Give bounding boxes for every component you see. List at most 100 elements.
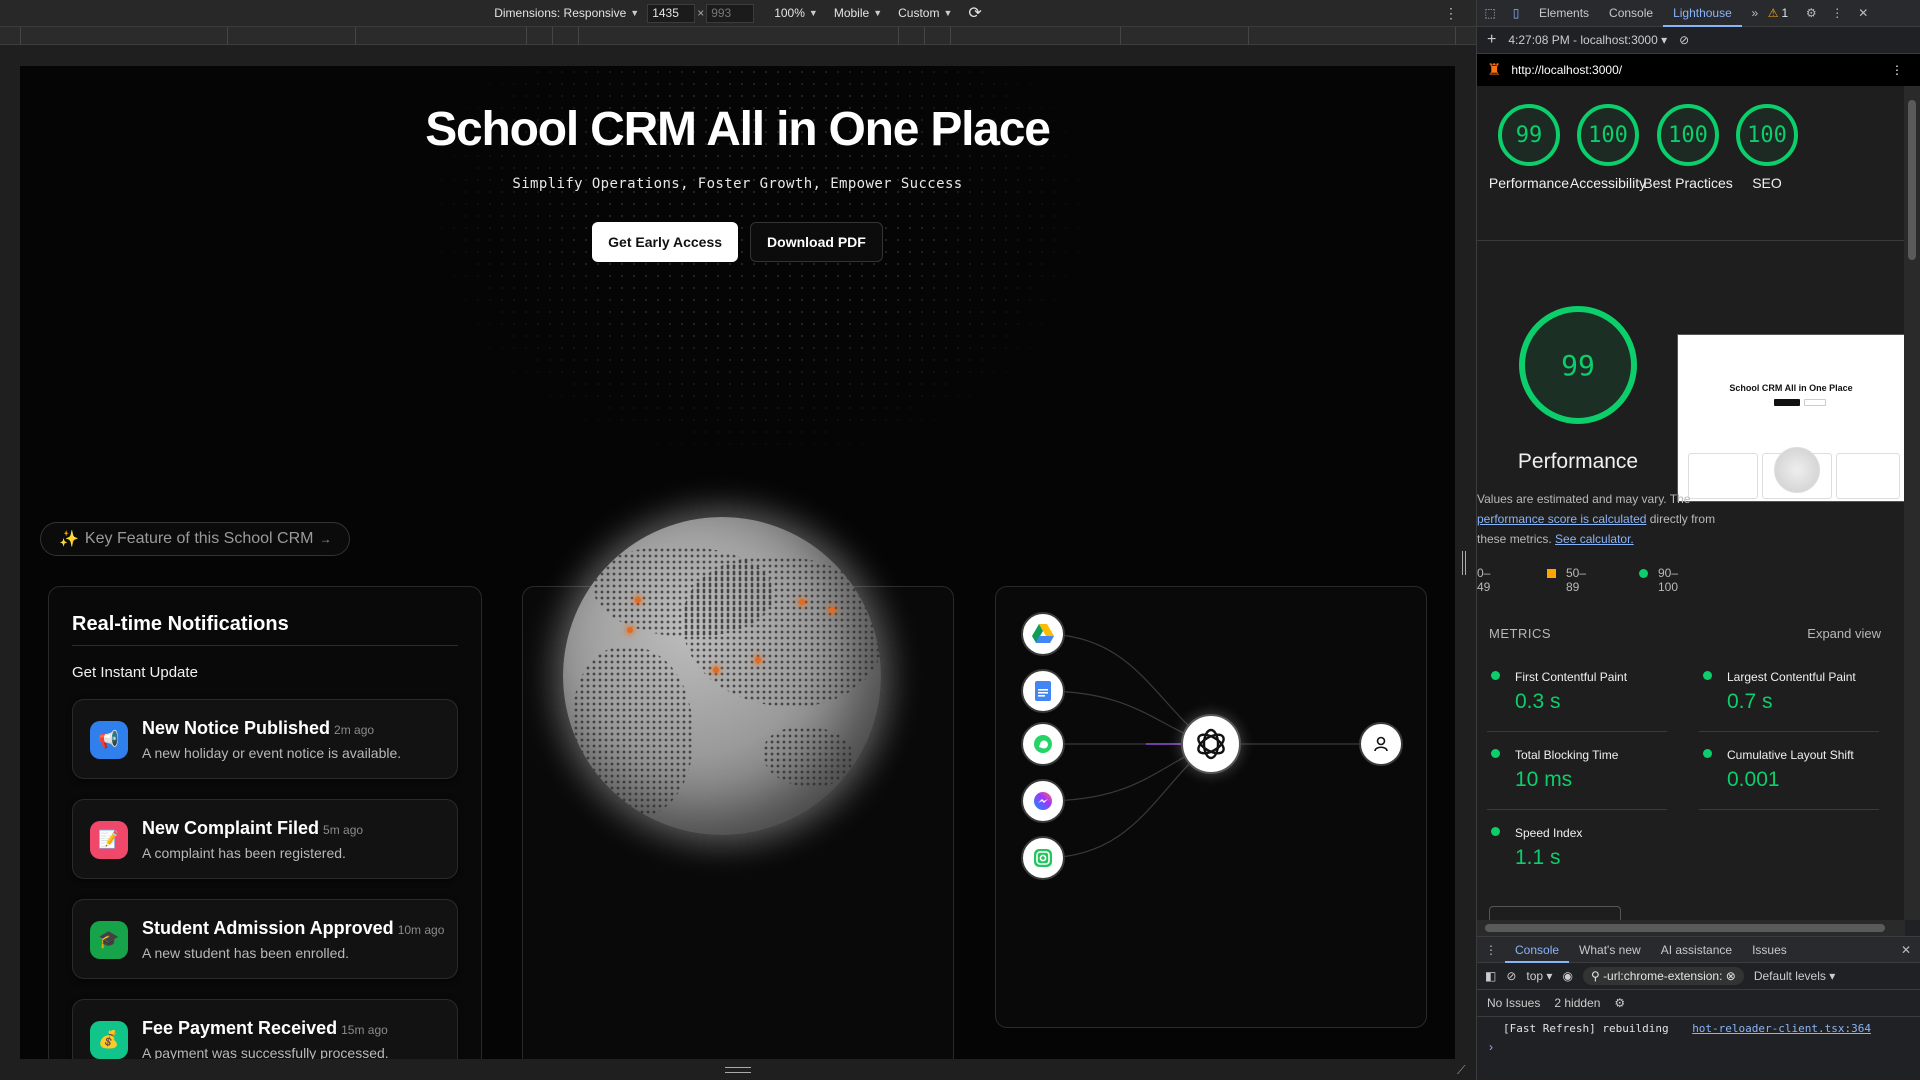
times-icon: × <box>697 6 705 20</box>
notification-title-text: Fee Payment Received <box>142 1018 338 1038</box>
resize-corner-icon[interactable]: ⟋ <box>1457 1063 1465 1078</box>
settings-gear-icon[interactable]: ⚙ <box>1802 6 1820 20</box>
download-pdf-button[interactable]: Download PDF <box>750 222 883 262</box>
metric-largest-contentful-paint: Largest Contentful Paint 0.7 s <box>1689 656 1879 732</box>
device-type-dropdown[interactable]: Mobile ▼ <box>834 6 882 20</box>
metric-total-blocking-time: Total Blocking Time 10 ms <box>1477 734 1667 810</box>
see-calculator-link[interactable]: See calculator. <box>1555 532 1634 546</box>
get-early-access-button[interactable]: Get Early Access <box>592 222 739 262</box>
report-time: 4:27:08 PM - localhost:3000 <box>1508 33 1658 47</box>
view-treemap-button[interactable] <box>1489 906 1621 920</box>
notification-item[interactable]: 📢 New Notice Published 2m ago A new holiday… <box>72 699 458 779</box>
live-expression-eye-icon[interactable]: ◉ <box>1562 969 1572 983</box>
rotate-icon[interactable]: ⟳ <box>968 3 981 23</box>
more-options-icon[interactable]: ⋮ <box>1444 5 1458 22</box>
devtools-tabbar: ⬚ ▯ Elements Console Lighthouse » ⚠ 1 ⚙ … <box>1477 0 1920 27</box>
score-gauge-seo[interactable]: 100 SEO <box>1719 104 1815 193</box>
divider <box>1699 731 1879 732</box>
cta-row: Get Early Access Download PDF <box>20 222 1455 262</box>
filter-value: -url:chrome-extension: <box>1603 969 1723 983</box>
device-toggle-icon[interactable]: ▯ <box>1507 6 1525 20</box>
add-report-icon[interactable]: + <box>1487 31 1496 49</box>
console-settings-gear-icon[interactable]: ⚙ <box>1614 996 1625 1010</box>
globe-card <box>522 517 954 1059</box>
resize-handle-right[interactable] <box>1462 551 1466 575</box>
drawer-menu-icon[interactable]: ⋮ <box>1477 943 1505 957</box>
drawer-tab-issues[interactable]: Issues <box>1742 937 1797 963</box>
legend-pass-label: 90–100 <box>1658 566 1679 594</box>
dimensions-dropdown[interactable]: Dimensions: Responsive ▼ <box>494 6 639 20</box>
drawer-tab-console[interactable]: Console <box>1505 937 1570 963</box>
context-selector[interactable]: top ▾ <box>1526 969 1552 983</box>
notification-item[interactable]: 📝 New Complaint Filed 5m ago A complaint ha… <box>72 799 458 879</box>
notification-item[interactable]: 💰 Fee Payment Received 15m ago A payment wa… <box>72 999 458 1059</box>
sparkles-icon: ✨ <box>59 531 79 548</box>
score-disclaimer: Values are estimated and may vary. The p… <box>1477 489 1719 549</box>
media-query-ruler[interactable] <box>0 27 1476 45</box>
card-subtitle: Get Instant Update <box>72 664 198 681</box>
inspect-element-icon[interactable]: ⬚ <box>1481 6 1499 20</box>
legend-average: 50–89 <box>1547 566 1586 594</box>
log-levels-dropdown[interactable]: Default levels ▾ <box>1754 969 1835 983</box>
vertical-scrollbar[interactable] <box>1904 86 1920 920</box>
metric-name: Speed Index <box>1515 826 1583 840</box>
log-source-link[interactable]: hot-reloader-client.tsx:364 <box>1692 1018 1871 1040</box>
metric-value: 0.3 s <box>1515 690 1561 713</box>
scrollbar-thumb[interactable] <box>1485 924 1885 932</box>
thumbnail-button <box>1774 399 1800 406</box>
globe-land-asia <box>683 557 881 707</box>
notification-time: 10m ago <box>397 923 445 937</box>
tab-elements[interactable]: Elements <box>1529 0 1599 27</box>
clear-console-icon[interactable]: ⊘ <box>1506 969 1516 983</box>
pass-dot-icon <box>1639 569 1648 578</box>
final-screenshot-thumbnail[interactable]: School CRM All in One Place <box>1677 334 1905 502</box>
close-icon[interactable]: ✕ <box>1854 6 1872 20</box>
messenger-icon <box>1021 779 1065 823</box>
hidden-count: 2 hidden <box>1554 996 1601 1010</box>
whatsapp-icon <box>1021 722 1065 766</box>
more-tabs-icon[interactable]: » <box>1746 6 1764 20</box>
more-options-icon[interactable]: ⋮ <box>1828 6 1846 20</box>
metric-first-contentful-paint: First Contentful Paint 0.3 s <box>1477 656 1667 732</box>
close-drawer-icon[interactable]: ✕ <box>1901 943 1911 957</box>
sidebar-toggle-icon[interactable]: ◧ <box>1485 969 1496 983</box>
height-input[interactable] <box>706 3 755 23</box>
report-selector[interactable]: 4:27:08 PM - localhost:3000 ▾ <box>1508 33 1667 47</box>
clear-icon[interactable]: ⊘ <box>1679 33 1689 47</box>
audited-url[interactable]: http://localhost:3000/ <box>1511 63 1622 77</box>
performance-score-gauge[interactable]: 99 <box>1519 306 1637 424</box>
legend-fail-label: 0–49 <box>1477 566 1491 594</box>
thumbnail-globe <box>1774 447 1820 493</box>
no-issues-label[interactable]: No Issues <box>1487 996 1540 1010</box>
notification-item[interactable]: 🎓 Student Admission Approved 10m ago A new … <box>72 899 458 979</box>
expand-view-toggle[interactable]: Expand view <box>1807 626 1881 641</box>
notification-time: 15m ago <box>341 1023 388 1037</box>
score-ring: 100 <box>1577 104 1639 166</box>
score-calculated-link[interactable]: performance score is calculated <box>1477 512 1646 526</box>
drawer-tab-ai-assistance[interactable]: AI assistance <box>1651 937 1742 963</box>
width-input[interactable] <box>647 3 696 23</box>
integrations-card <box>995 586 1427 1028</box>
drawer-tab-whats-new[interactable]: What's new <box>1569 937 1651 963</box>
console-filter-input[interactable]: ⚲ -url:chrome-extension: ⊗ <box>1582 967 1744 985</box>
zoom-dropdown[interactable]: 100% ▼ <box>774 6 818 20</box>
scrollbar-thumb[interactable] <box>1908 100 1916 260</box>
more-options-icon[interactable]: ⋮ <box>1891 63 1903 77</box>
throttle-dropdown[interactable]: Custom ▼ <box>898 6 952 20</box>
thumbnail-title: School CRM All in One Place <box>1729 383 1853 393</box>
hero-title: School CRM All in One Place <box>425 103 1051 156</box>
score-ring: 100 <box>1657 104 1719 166</box>
globe-land-australia <box>763 727 853 787</box>
warning-icon[interactable]: ⚠ <box>1768 6 1779 20</box>
card-title: Real-time Notifications <box>72 613 289 635</box>
globe-marker <box>755 657 761 663</box>
tab-lighthouse[interactable]: Lighthouse <box>1663 0 1742 27</box>
horizontal-scrollbar[interactable] <box>1477 920 1905 936</box>
metric-name: Largest Contentful Paint <box>1727 670 1856 684</box>
hero-subtitle: Simplify Operations, Foster Growth, Empo… <box>512 176 963 192</box>
resize-handle-bottom[interactable] <box>725 1067 751 1073</box>
notification-title-text: New Notice Published <box>142 718 331 738</box>
console-prompt-icon[interactable]: › <box>1489 1040 1493 1054</box>
key-feature-pill[interactable]: ✨ Key Feature of this School CRM → <box>40 522 351 556</box>
tab-console[interactable]: Console <box>1599 0 1663 27</box>
